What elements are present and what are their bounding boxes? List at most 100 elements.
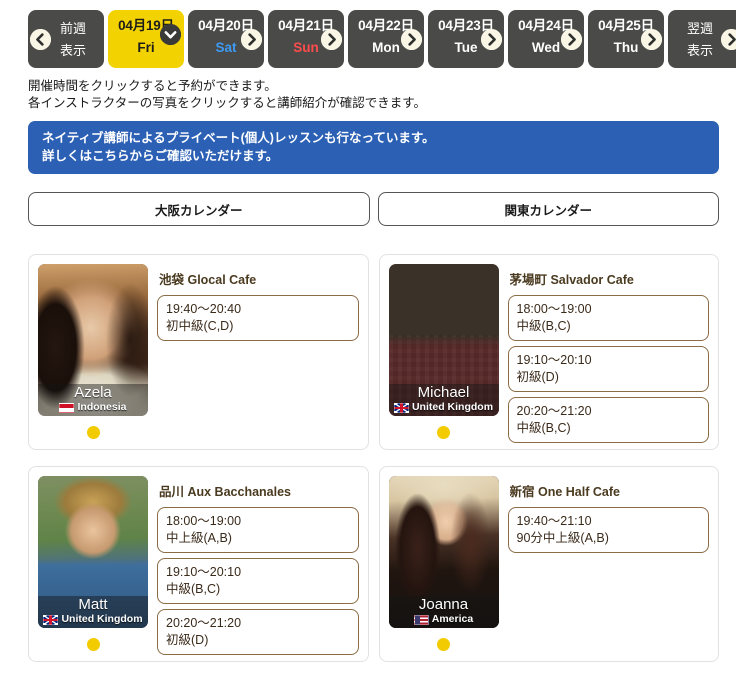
lesson-slot[interactable]: 18:00〜19:00 中上級(A,B) [157,507,359,553]
availability-dot[interactable] [86,426,100,439]
lesson-slot[interactable]: 19:40〜20:40 初中級(C,D) [157,295,359,341]
instructor-photo-column: Matt United Kingdom [38,476,148,652]
date-tab-0422[interactable]: 04月22日 Mon [348,10,424,68]
instructor-name: Azela [74,384,112,401]
instructor-card: Joanna America 新宿 One Half Cafe 19:40〜21… [378,466,719,662]
slot-time: 19:10〜20:10 [516,353,592,367]
slot-time: 19:40〜20:40 [166,302,242,316]
country-label: America [431,613,474,625]
slot-time: 18:00〜19:00 [516,302,592,316]
instruction-line-1: 開催時間をクリックすると予約ができます。 [28,79,277,93]
chevron-right-icon [241,29,262,50]
calendar-region-buttons: 大阪カレンダー 関東カレンダー [28,192,719,226]
country-label: Indonesia [77,401,127,413]
instructor-country: America [389,613,499,626]
instructor-nameplate: Michael United Kingdom [388,384,499,416]
date-tab-0425[interactable]: 04月25日 Thu [588,10,664,68]
lesson-slot[interactable]: 19:10〜20:10 初級(D) [507,346,709,392]
flag-america-icon [413,614,429,625]
country-label: United Kingdom [411,401,494,413]
slot-level: 初級(D) [166,633,209,647]
lesson-slot[interactable]: 20:20〜21:20 中級(B,C) [507,397,709,443]
osaka-calendar-button[interactable]: 大阪カレンダー [28,192,370,226]
chevron-right-icon [641,29,662,50]
slot-time: 19:10〜20:10 [166,565,242,579]
availability-dot[interactable] [437,638,450,651]
venue-name: 茅場町 Salvador Cafe [509,273,634,287]
slot-level: 初中級(C,D) [166,319,234,333]
slot-level: 中級(B,C) [516,319,571,333]
instructor-name: Joanna [418,596,469,613]
instructor-card: Michael United Kingdom 茅場町 Salvador Cafe… [378,254,719,450]
instructor-card: Matt United Kingdom 品川 Aux Bacchanales 1… [28,466,369,662]
flag-united-kingdom-icon [393,402,409,413]
slot-level: 初級(D) [516,370,559,384]
instructor-photo-column: Azela Indonesia [38,264,148,440]
instructor-country: United Kingdom [38,613,148,626]
lesson-calendar-page: 前週 表示 04月19日 Fri 04月20日 Sat 04月21日 Sun 0… [0,0,736,683]
instructor-photo[interactable]: Joanna America [388,476,499,628]
instructor-card-grid: Azela Indonesia 池袋 Glocal Cafe 19:40〜20:… [28,254,719,662]
instructor-photo[interactable]: Michael United Kingdom [388,264,499,416]
lesson-slot[interactable]: 19:40〜21:10 90分中上級(A,B) [507,507,709,553]
slot-time: 20:20〜21:20 [516,404,592,418]
chevron-left-icon [30,29,51,50]
slot-level: 中上級(A,B) [166,531,232,545]
prev-week-button[interactable]: 前週 表示 [28,10,104,68]
flag-indonesia-icon [59,402,75,413]
instructor-slot-column: 新宿 One Half Cafe 19:40〜21:10 90分中上級(A,B) [507,476,709,652]
chevron-right-icon [401,29,422,50]
instructor-slot-column: 茅場町 Salvador Cafe 18:00〜19:00 中級(B,C) 19… [507,264,709,443]
venue-name: 池袋 Glocal Cafe [159,273,257,287]
lesson-slot[interactable]: 18:00〜19:00 中級(B,C) [507,295,709,341]
instruction-line-2: 各インストラクターの写真をクリックすると講師紹介が確認できます。 [28,96,427,110]
lesson-slot[interactable]: 20:20〜21:20 初級(D) [157,609,359,655]
chevron-right-icon [481,29,502,50]
lesson-slot[interactable]: 19:10〜20:10 中級(B,C) [157,558,359,604]
chevron-right-icon [321,29,342,50]
instructor-photo[interactable]: Matt United Kingdom [38,476,148,628]
prev-week-label-line1: 前週 [59,21,86,36]
private-lesson-notice-banner[interactable]: ネイティブ講師によるプライベート(個人)レッスンも行なっています。 詳しくはこち… [28,121,719,174]
availability-dot[interactable] [437,426,450,439]
date-tab-0421[interactable]: 04月21日 Sun [268,10,344,68]
date-tab-0423[interactable]: 04月23日 Tue [428,10,504,68]
chevron-right-icon [561,29,582,50]
country-label: United Kingdom [61,613,143,625]
date-tab-strip: 前週 表示 04月19日 Fri 04月20日 Sat 04月21日 Sun 0… [0,0,736,68]
date-tab-0420[interactable]: 04月20日 Sat [188,10,264,68]
instructor-country: United Kingdom [389,401,499,414]
instructor-name: Michael [417,384,470,401]
instructions-block: 開催時間をクリックすると予約ができます。 各インストラクターの写真をクリックする… [0,68,736,112]
date-tab-0419[interactable]: 04月19日 Fri [108,10,184,68]
venue-name: 品川 Aux Bacchanales [159,485,291,499]
chevron-right-icon [721,29,736,50]
slot-level: 中級(B,C) [166,582,221,596]
instructor-photo[interactable]: Azela Indonesia [38,264,148,416]
instructor-slot-column: 品川 Aux Bacchanales 18:00〜19:00 中上級(A,B) … [157,476,359,655]
venue-name: 新宿 One Half Cafe [509,485,620,499]
kanto-calendar-button[interactable]: 関東カレンダー [377,192,719,226]
slot-time: 19:40〜21:10 [516,514,592,528]
slot-time: 18:00〜19:00 [166,514,242,528]
instructor-photo-column: Michael United Kingdom [388,264,499,440]
notice-line-1: ネイティブ講師によるプライベート(個人)レッスンも行なっています。 [42,131,435,145]
chevron-down-icon [160,24,181,45]
instructor-slot-column: 池袋 Glocal Cafe 19:40〜20:40 初中級(C,D) [157,264,359,440]
instructor-nameplate: Matt United Kingdom [38,596,148,628]
instructor-card: Azela Indonesia 池袋 Glocal Cafe 19:40〜20:… [28,254,369,450]
instructor-name: Matt [78,596,108,613]
next-week-button[interactable]: 翌週 表示 [668,10,736,68]
notice-line-2: 詳しくはこちらからご確認いただけます。 [42,149,279,163]
slot-level: 90分中上級(A,B) [516,531,609,545]
flag-united-kingdom-icon [43,614,59,625]
instructor-photo-column: Joanna America [388,476,499,652]
prev-week-label-line2: 表示 [59,43,86,58]
slot-time: 20:20〜21:20 [166,616,242,630]
instructor-nameplate: Azela Indonesia [38,384,148,416]
date-tab-0424[interactable]: 04月24日 Wed [508,10,584,68]
slot-level: 中級(B,C) [516,421,571,435]
availability-dot[interactable] [86,638,100,651]
instructor-country: Indonesia [38,401,148,414]
instructor-nameplate: Joanna America [388,596,499,628]
